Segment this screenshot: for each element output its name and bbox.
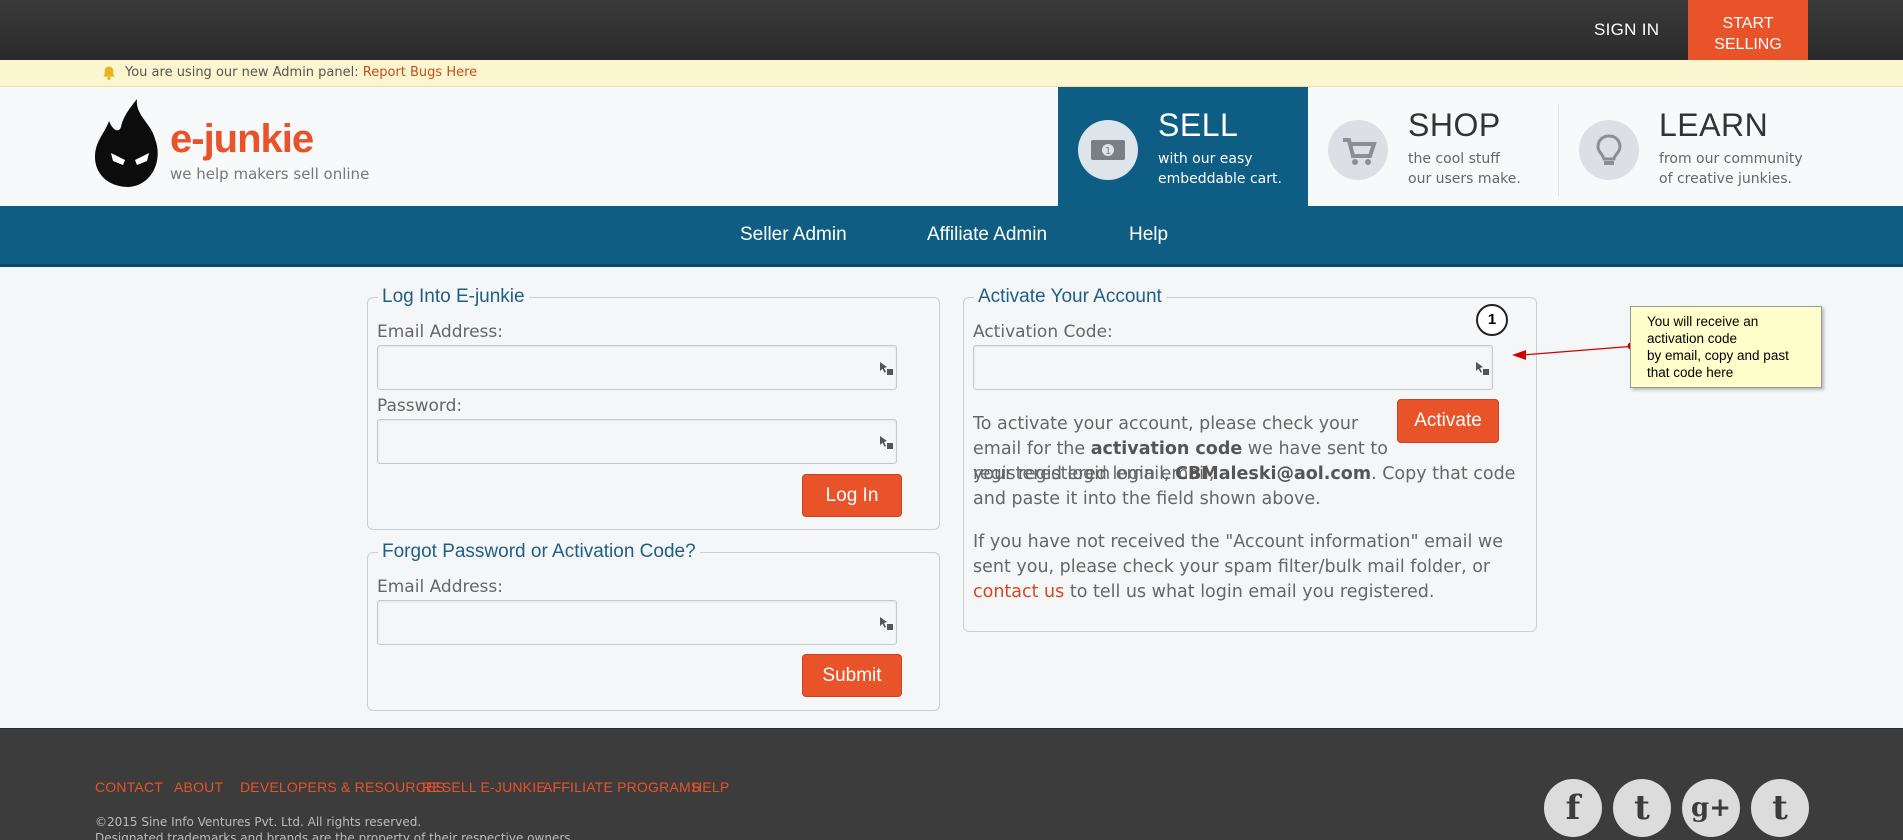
shop-nav-block[interactable]: SHOP the cool stuff our users make.	[1308, 87, 1558, 206]
forgot-email-input[interactable]	[377, 600, 897, 645]
footer-link-contact[interactable]: CONTACT	[95, 779, 163, 795]
notice-text: You are using our new Admin panel:	[125, 65, 359, 80]
bell-icon	[103, 66, 115, 80]
activation-code-input[interactable]	[973, 345, 1493, 390]
learn-nav-block[interactable]: LEARN from our community of creative junk…	[1558, 104, 1808, 196]
sign-in-link[interactable]: SIGN IN	[1594, 20, 1659, 40]
activate-legend: Activate Your Account	[978, 286, 1162, 307]
activate-button[interactable]: Activate	[1397, 399, 1499, 443]
footer-link-help[interactable]: HELP	[692, 779, 729, 795]
forgot-email-label: Email Address:	[377, 577, 503, 597]
submit-button[interactable]: Submit	[802, 654, 902, 697]
brand-tagline: we help makers sell online	[170, 165, 370, 183]
nav-help[interactable]: Help	[1129, 224, 1168, 246]
report-bugs-link[interactable]: Report Bugs Here	[363, 65, 477, 80]
login-email-label: Email Address:	[377, 322, 503, 342]
footer-link-affiliate[interactable]: AFFILIATE PROGRAMS	[543, 779, 700, 795]
nav-affiliate-admin[interactable]: Affiliate Admin	[927, 224, 1047, 246]
twitter-icon[interactable]: t	[1613, 779, 1671, 837]
login-button[interactable]: Log In	[802, 474, 902, 517]
copyright: ©2015 Sine Info Ventures Pvt. Ltd. All r…	[95, 815, 575, 840]
login-legend: Log Into E-junkie	[382, 286, 525, 307]
forgot-legend: Forgot Password or Activation Code?	[382, 541, 696, 562]
start-selling-line1: START	[1722, 15, 1774, 32]
learn-subtitle: from our community of creative junkies.	[1659, 151, 1803, 187]
field-key-icon	[880, 436, 893, 449]
field-key-icon	[1476, 362, 1489, 375]
annotation-note: You will receive an activation code by e…	[1630, 306, 1822, 388]
contact-us-link[interactable]: contact us	[973, 582, 1064, 602]
facebook-icon[interactable]: f	[1544, 779, 1602, 837]
start-selling-line2: SELLING	[1714, 36, 1782, 53]
top-bar: SIGN IN START SELLING	[0, 0, 1903, 70]
money-icon: 1	[1078, 120, 1138, 180]
activation-code-label: Activation Code:	[973, 322, 1113, 342]
login-password-label: Password:	[377, 396, 463, 416]
footer-link-resell[interactable]: RESELL E-JUNKIE	[422, 779, 546, 795]
sell-nav-block[interactable]: 1 SELL with our easy embeddable cart.	[1058, 87, 1308, 206]
header: e-junkie we help makers sell online 1 SE…	[0, 87, 1903, 206]
registered-email: CBMaleski@aol.com	[1175, 464, 1372, 484]
learn-title: LEARN	[1659, 107, 1769, 143]
nav-seller-admin[interactable]: Seller Admin	[740, 224, 847, 246]
cart-icon	[1328, 120, 1388, 180]
googleplus-icon[interactable]: g+	[1682, 779, 1740, 837]
tumblr-icon[interactable]: t	[1751, 779, 1809, 837]
shop-title: SHOP	[1408, 107, 1501, 143]
field-key-icon	[880, 362, 893, 375]
admin-notice-bar: You are using our new Admin panel: Repor…	[0, 60, 1903, 87]
help-paragraph: If you have not received the "Account in…	[973, 532, 1504, 602]
sell-title: SELL	[1158, 107, 1239, 143]
svg-text:1: 1	[1105, 146, 1111, 157]
activation-email-paragraph: registered login email, CBMaleski@aol.co…	[973, 464, 1516, 509]
field-key-icon	[880, 617, 893, 630]
step-marker: 1	[1476, 304, 1508, 336]
brand-name[interactable]: e-junkie	[170, 117, 314, 162]
shop-subtitle: the cool stuff our users make.	[1408, 151, 1521, 187]
ejunkie-flame-logo[interactable]	[93, 97, 165, 189]
sell-subtitle: with our easy embeddable cart.	[1158, 151, 1282, 187]
footer: CONTACT ABOUT DEVELOPERS & RESOURCES RES…	[0, 728, 1903, 840]
footer-link-developers[interactable]: DEVELOPERS & RESOURCES	[240, 779, 445, 795]
lightbulb-icon	[1579, 120, 1639, 180]
annotation-arrow	[1512, 342, 1637, 360]
main-nav: Seller Admin Affiliate Admin Help	[0, 206, 1903, 267]
login-password-input[interactable]	[377, 419, 897, 464]
login-email-input[interactable]	[377, 345, 897, 390]
footer-link-about[interactable]: ABOUT	[174, 779, 223, 795]
